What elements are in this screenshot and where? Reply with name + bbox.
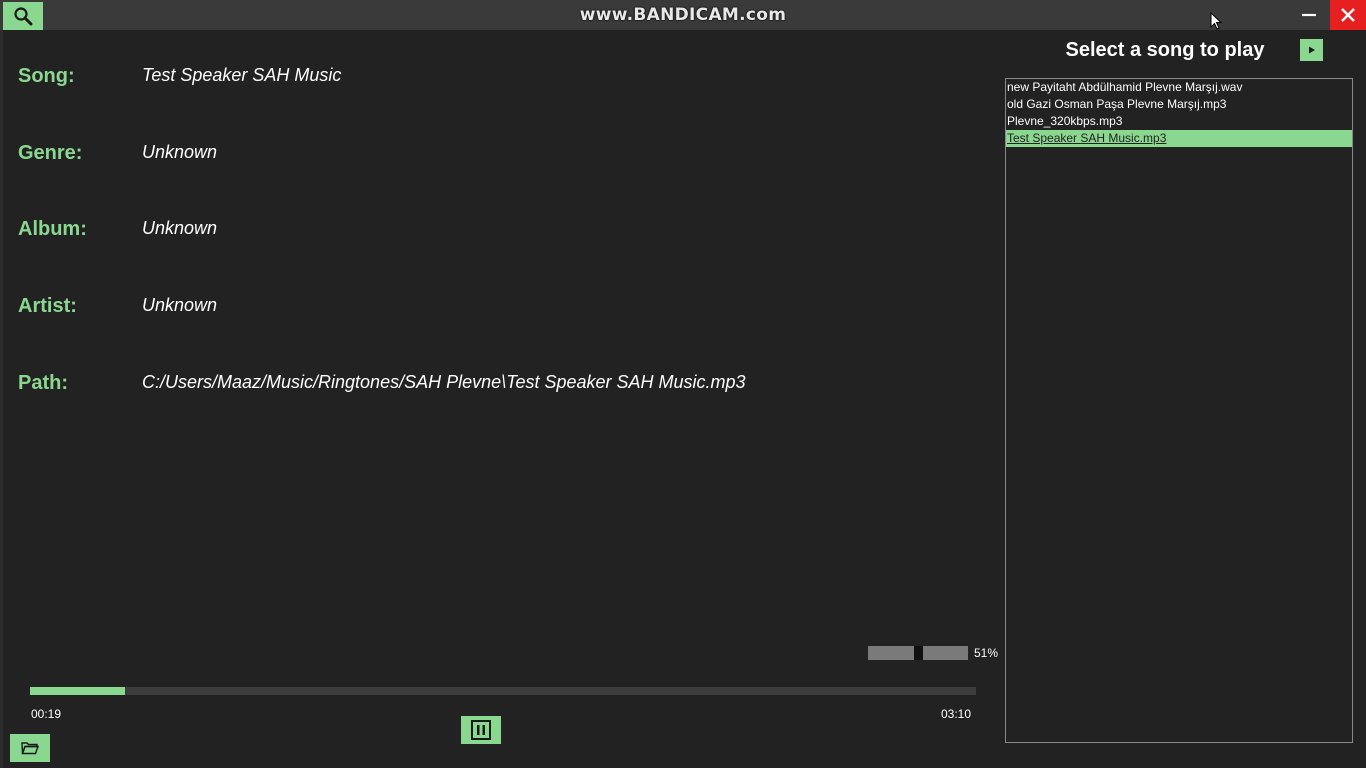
title-bar: www.BANDICAM.com [0, 0, 1366, 30]
path-label: Path: [18, 372, 68, 394]
total-time: 03:10 [941, 707, 972, 721]
playlist-item-selected[interactable]: Test Speaker SAH Music.mp3 [1006, 130, 1352, 147]
song-row: Song: Test Speaker SAH Music [18, 65, 978, 95]
path-value: C:/Users/Maaz/Music/Ringtones/SAH Plevne… [142, 372, 746, 392]
playlist[interactable]: new Payitaht Abdülhamid Plevne Marşıj.wa… [1005, 78, 1353, 743]
artist-row: Artist: Unknown [18, 295, 978, 325]
genre-label: Genre: [18, 142, 83, 164]
search-icon [14, 7, 33, 26]
close-icon [1341, 8, 1355, 22]
artist-label: Artist: [18, 295, 77, 317]
volume-percent: 51% [974, 646, 999, 660]
genre-value: Unknown [142, 142, 218, 162]
minimize-icon [1302, 13, 1316, 17]
play-button[interactable] [1300, 39, 1323, 61]
artist-value: Unknown [142, 295, 218, 315]
progress-bar[interactable] [30, 687, 976, 695]
playlist-item[interactable]: Plevne_320kbps.mp3 [1006, 113, 1352, 130]
playlist-title: Select a song to play [1065, 39, 1265, 61]
volume-slider-thumb[interactable] [914, 646, 923, 660]
play-icon [1308, 46, 1315, 54]
music-player-window: www.BANDICAM.com Song: Test Speaker SAH [0, 0, 1366, 768]
pause-icon [471, 720, 491, 740]
song-label: Song: [18, 65, 75, 87]
pause-button[interactable] [461, 716, 501, 744]
album-label: Album: [18, 218, 87, 240]
open-folder-button[interactable] [10, 734, 50, 762]
mouse-cursor-icon [1210, 12, 1222, 30]
album-row: Album: Unknown [18, 218, 978, 248]
playlist-item[interactable]: old Gazi Osman Paşa Plevne Marşıj.mp3 [1006, 96, 1352, 113]
watermark: www.BANDICAM.com [579, 5, 787, 25]
folder-icon [21, 742, 39, 755]
minimize-button[interactable] [1292, 0, 1326, 30]
song-value: Test Speaker SAH Music [142, 65, 342, 85]
progress-fill [30, 687, 125, 695]
close-button[interactable] [1330, 0, 1366, 30]
current-time: 00:19 [31, 707, 62, 721]
window-edge [0, 30, 3, 768]
path-row: Path: C:/Users/Maaz/Music/Ringtones/SAH … [18, 372, 978, 402]
search-button[interactable] [3, 2, 43, 30]
genre-row: Genre: Unknown [18, 142, 978, 172]
playlist-item[interactable]: new Payitaht Abdülhamid Plevne Marşıj.wa… [1006, 79, 1352, 96]
album-value: Unknown [142, 218, 218, 238]
